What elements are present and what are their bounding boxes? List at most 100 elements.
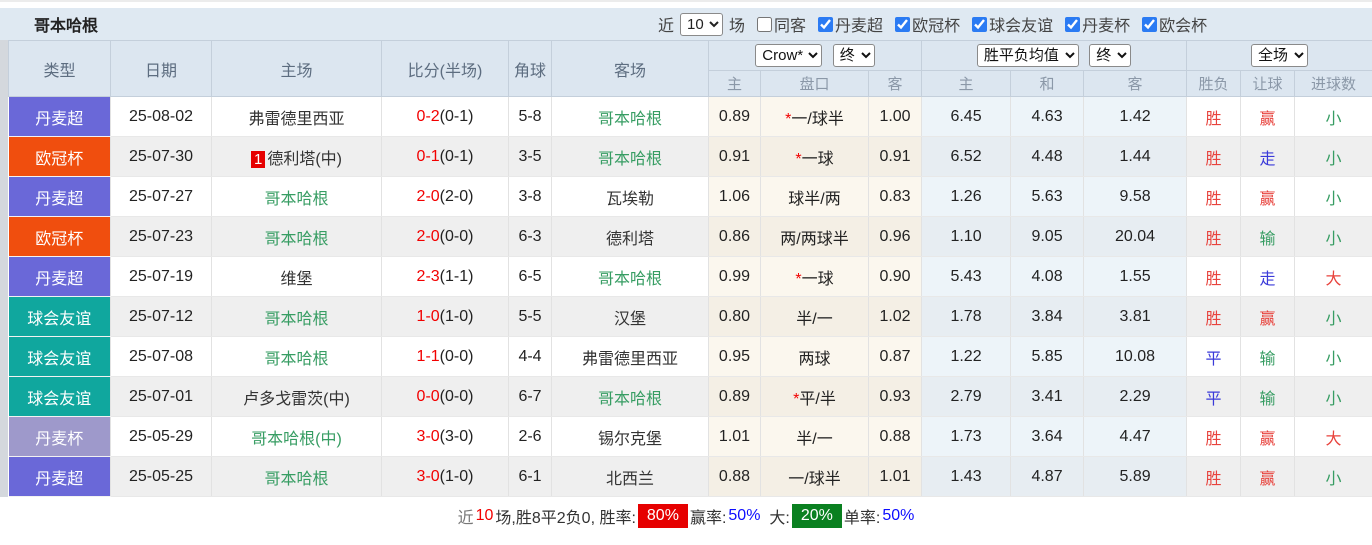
home-cell: 1 德利塔(中) bbox=[211, 136, 382, 177]
result-cell: 胜 bbox=[1186, 456, 1242, 497]
odds-final-select[interactable]: 终 bbox=[832, 44, 875, 67]
team-name[interactable]: 德利塔(中) bbox=[267, 151, 342, 168]
odds-home-cell: 1.06 bbox=[708, 176, 761, 217]
avg-away-cell: 3.81 bbox=[1083, 296, 1188, 337]
odds-home-cell: 0.99 bbox=[708, 256, 761, 297]
league-filter[interactable]: 球会友谊 bbox=[960, 12, 1053, 36]
team-name[interactable]: 哥本哈根 bbox=[264, 351, 328, 368]
date-cell: 25-07-12 bbox=[110, 296, 212, 337]
table-row: 球会友谊 25-07-08 哥本哈根 1-1(0-0) 4-4 弗雷德里西亚 0.95 两球 0… bbox=[8, 336, 1372, 377]
avg-away-cell: 9.58 bbox=[1083, 176, 1188, 217]
league-checkbox[interactable] bbox=[818, 16, 834, 32]
team-name[interactable]: 维堡 bbox=[280, 271, 312, 288]
score-cell: 2-3(1-1) bbox=[381, 256, 509, 297]
avg-draw-cell: 9.05 bbox=[1010, 216, 1085, 257]
single-rate-label: 单率: bbox=[843, 509, 881, 527]
near-label: 近 bbox=[658, 18, 675, 35]
table-row: 欧冠杯 25-07-23 哥本哈根 2-0(0-0) 6-3 德利塔 0.86 两/两球半 0.… bbox=[8, 216, 1372, 257]
match-rows: 丹麦超 25-08-02 弗雷德里西亚 0-2(0-1) 5-8 哥本哈根 0.89 *一/球… bbox=[8, 96, 1372, 497]
date-cell: 25-05-25 bbox=[110, 456, 212, 497]
sub-col-header: 客 bbox=[1083, 70, 1188, 97]
summary-count: 10 bbox=[475, 506, 494, 524]
team-name[interactable]: 哥本哈根 bbox=[264, 231, 328, 248]
team-name[interactable]: 汉堡 bbox=[614, 311, 646, 328]
same-opponent-filter[interactable]: 同客 bbox=[745, 12, 806, 36]
league-checkbox[interactable] bbox=[1065, 16, 1081, 32]
same-opponent-checkbox[interactable] bbox=[757, 16, 773, 32]
avg-home-cell: 1.26 bbox=[921, 176, 1012, 217]
table-row: 丹麦超 25-07-27 哥本哈根 2-0(2-0) 3-8 瓦埃勒 1.06 球半/两 0.8… bbox=[8, 176, 1372, 217]
league-badge: 球会友谊 bbox=[8, 296, 111, 337]
team-name[interactable]: 哥本哈根(中) bbox=[251, 431, 342, 448]
handicap-cell: *一/球半 bbox=[760, 96, 869, 137]
away-cell: 北西兰 bbox=[551, 456, 709, 497]
team-name[interactable]: 哥本哈根 bbox=[598, 271, 662, 288]
league-checkbox[interactable] bbox=[972, 16, 988, 32]
odds-dropdown-group: Crow* 终 bbox=[707, 40, 923, 71]
odds-company-select[interactable]: Crow* bbox=[755, 44, 823, 67]
handicap-star: * bbox=[785, 110, 792, 128]
team-name[interactable]: 卢多戈雷茨(中) bbox=[243, 391, 350, 408]
score-cell: 1-0(1-0) bbox=[381, 296, 509, 337]
team-name[interactable]: 哥本哈根 bbox=[264, 471, 328, 488]
team-name[interactable]: 北西兰 bbox=[606, 471, 654, 488]
corner-cell: 5-8 bbox=[508, 96, 552, 137]
league-checkbox[interactable] bbox=[1142, 16, 1158, 32]
league-badge: 丹麦超 bbox=[8, 96, 111, 137]
team-name[interactable]: 哥本哈根 bbox=[264, 191, 328, 208]
handicap-result-cell: 赢 bbox=[1240, 416, 1296, 457]
avg-home-cell: 6.45 bbox=[921, 96, 1012, 137]
handicap-cell: 一/球半 bbox=[760, 456, 869, 497]
col-header-home: 主场 bbox=[211, 40, 382, 97]
score-cell: 3-0(3-0) bbox=[381, 416, 509, 457]
league-checkbox[interactable] bbox=[895, 16, 911, 32]
avg-away-cell: 2.29 bbox=[1083, 376, 1188, 417]
corner-cell: 6-3 bbox=[508, 216, 552, 257]
handicap-result-cell: 输 bbox=[1240, 336, 1296, 377]
team-name[interactable]: 瓦埃勒 bbox=[606, 191, 654, 208]
home-cell: 哥本哈根 bbox=[211, 336, 382, 377]
table-row: 丹麦超 25-05-25 哥本哈根 3-0(1-0) 6-1 北西兰 0.88 一/球半 1.0… bbox=[8, 456, 1372, 497]
league-filter[interactable]: 欧会杯 bbox=[1130, 12, 1207, 36]
filter-bar: 近 10 场 同客 丹麦超 欧冠杯 球会友谊 丹麦杯 欧会杯 bbox=[658, 12, 1207, 36]
league-filter[interactable]: 欧冠杯 bbox=[883, 12, 960, 36]
team-name[interactable]: 哥本哈根 bbox=[264, 311, 328, 328]
odds-home-cell: 0.95 bbox=[708, 336, 761, 377]
team-name[interactable]: 哥本哈根 bbox=[598, 151, 662, 168]
league-filter[interactable]: 丹麦杯 bbox=[1053, 12, 1130, 36]
away-cell: 锡尔克堡 bbox=[551, 416, 709, 457]
recent-count-select[interactable]: 10 bbox=[680, 12, 724, 36]
corner-cell: 6-5 bbox=[508, 256, 552, 297]
home-cell: 哥本哈根 bbox=[211, 296, 382, 337]
goals-result-cell: 小 bbox=[1294, 136, 1372, 177]
avg-away-cell: 10.08 bbox=[1083, 336, 1188, 377]
avg-type-select[interactable]: 胜平负均值 bbox=[976, 44, 1079, 67]
odds-home-cell: 0.89 bbox=[708, 96, 761, 137]
handicap-cell: 半/一 bbox=[760, 296, 869, 337]
match-table-wrap: 类型 日期 主场 比分(半场) 角球 客场 Crow* 终 胜平负均值 终 全场… bbox=[0, 40, 1372, 497]
corner-cell: 3-5 bbox=[508, 136, 552, 177]
scope-select[interactable]: 全场 bbox=[1251, 44, 1309, 67]
avg-home-cell: 5.43 bbox=[921, 256, 1012, 297]
avg-draw-cell: 4.63 bbox=[1010, 96, 1085, 137]
result-cell: 胜 bbox=[1186, 416, 1242, 457]
sub-col-header: 和 bbox=[1010, 70, 1085, 97]
table-row: 球会友谊 25-07-12 哥本哈根 1-0(1-0) 5-5 汉堡 0.80 半/一 1.02… bbox=[8, 296, 1372, 337]
date-cell: 25-07-23 bbox=[110, 216, 212, 257]
result-cell: 胜 bbox=[1186, 136, 1242, 177]
team-name[interactable]: 哥本哈根 bbox=[598, 391, 662, 408]
team-name[interactable]: 锡尔克堡 bbox=[598, 431, 662, 448]
avg-draw-cell: 3.41 bbox=[1010, 376, 1085, 417]
league-badge: 欧冠杯 bbox=[8, 136, 111, 177]
avg-draw-cell: 3.64 bbox=[1010, 416, 1085, 457]
odds-away-cell: 1.00 bbox=[868, 96, 923, 137]
goals-result-cell: 小 bbox=[1294, 376, 1372, 417]
sub-col-header: 盘口 bbox=[760, 70, 869, 97]
team-name[interactable]: 德利塔 bbox=[606, 231, 654, 248]
team-name[interactable]: 弗雷德里西亚 bbox=[248, 111, 344, 128]
team-name[interactable]: 哥本哈根 bbox=[598, 111, 662, 128]
avg-final-select[interactable]: 终 bbox=[1089, 44, 1132, 67]
handicap-rate-label: 赢率: bbox=[689, 509, 727, 527]
league-filter[interactable]: 丹麦超 bbox=[806, 12, 883, 36]
team-name[interactable]: 弗雷德里西亚 bbox=[582, 351, 678, 368]
